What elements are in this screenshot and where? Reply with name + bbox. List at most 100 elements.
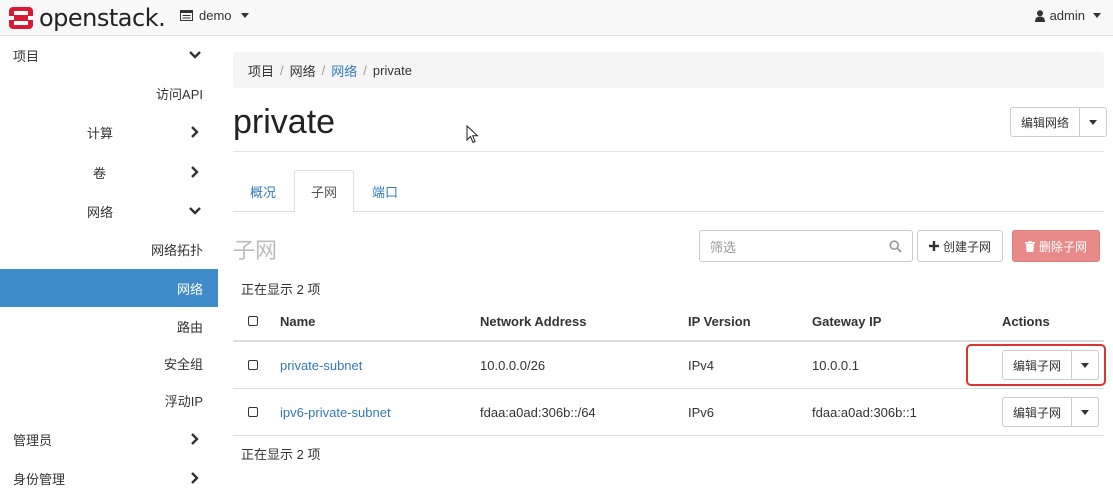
breadcrumb-separator: /: [280, 62, 284, 78]
breadcrumb: 项目 / 网络 / 网络 / private: [233, 52, 1104, 88]
tab-subnets[interactable]: 子网: [294, 170, 354, 213]
filter-input[interactable]: 筛选: [699, 230, 913, 262]
page-title: private: [233, 103, 336, 141]
network-address: 10.0.0.0/26: [480, 357, 546, 373]
ip-version: IPv6: [688, 404, 715, 420]
sidebar-item-admin[interactable]: 管理员: [0, 420, 218, 458]
project-icon: [180, 10, 193, 21]
network-address: fdaa:a0ad:306b::/64: [480, 404, 596, 420]
item-count-bottom: 正在显示 2 项: [241, 447, 321, 462]
caret-down-icon: [1089, 119, 1098, 125]
sidebar-item-label: 浮动IP: [164, 393, 203, 409]
brand-name: openstack.: [39, 4, 166, 32]
chevron-down-icon: [189, 51, 201, 59]
edit-subnet-button[interactable]: 编辑子网: [1002, 397, 1073, 427]
edit-network-button-group: 编辑网络: [1010, 107, 1108, 137]
user-icon: [1034, 9, 1045, 22]
caret-down-icon: [240, 13, 249, 18]
sidebar-item-security-groups[interactable]: 安全组: [0, 344, 218, 382]
gateway-ip: 10.0.0.1: [812, 357, 859, 373]
gateway-ip: fdaa:a0ad:306b::1: [812, 404, 917, 420]
caret-down-icon: [1093, 13, 1101, 18]
breadcrumb-item-networks[interactable]: 网络: [331, 61, 357, 80]
chevron-right-icon: [191, 472, 199, 484]
trash-icon: [1025, 240, 1035, 252]
plus-icon: [929, 241, 939, 251]
sidebar-item-label: 卷: [93, 165, 107, 181]
subnets-section-title: 子网: [233, 238, 278, 263]
create-subnet-label: 创建子网: [943, 239, 992, 254]
sidebar-item-identity[interactable]: 身份管理: [0, 459, 218, 497]
sidebar-item-label: 访问API: [156, 86, 203, 102]
breadcrumb-item-network[interactable]: 网络: [290, 61, 316, 80]
project-name: demo: [199, 8, 232, 23]
row-actions: 编辑子网: [1002, 397, 1100, 427]
tab-ports[interactable]: 端口: [355, 170, 415, 212]
select-all-cell: [248, 302, 258, 340]
detail-tabs: 概况 子网 端口: [233, 170, 1104, 213]
top-navbar: openstack. demo admin: [0, 0, 1113, 36]
sidebar-item-label: 网络拓扑: [150, 242, 203, 258]
column-header-network-address[interactable]: Network Address: [480, 302, 586, 340]
item-count-top: 正在显示 2 项: [241, 282, 321, 297]
table-row: ipv6-private-subnet fdaa:a0ad:306b::/64 …: [233, 389, 1104, 436]
sidebar-item-routers[interactable]: 路由: [0, 307, 218, 345]
sidebar-item-compute[interactable]: 计算: [0, 113, 218, 151]
user-name: admin: [1049, 8, 1085, 23]
openstack-logo-icon: [9, 7, 33, 29]
create-subnet-button[interactable]: 创建子网: [917, 230, 1004, 262]
caret-down-icon: [1081, 409, 1090, 415]
sidebar-item-label: 网络: [87, 204, 114, 220]
sidebar-item-network-topology[interactable]: 网络拓扑: [0, 230, 218, 268]
breadcrumb-item-project[interactable]: 项目: [248, 61, 274, 80]
sidebar-item-label: 路由: [176, 319, 203, 335]
highlight-annotation: [966, 344, 1106, 386]
sidebar-item-label: 安全组: [163, 356, 203, 372]
subnet-name-link[interactable]: ipv6-private-subnet: [280, 389, 391, 435]
column-header-actions: Actions: [1002, 313, 1050, 329]
row-checkbox[interactable]: [248, 407, 258, 417]
breadcrumb-separator: /: [363, 62, 367, 78]
delete-subnet-button[interactable]: 删除子网: [1012, 230, 1101, 262]
brand[interactable]: openstack.: [8, 4, 166, 32]
ip-version: IPv4: [688, 357, 715, 373]
subnet-name-link[interactable]: private-subnet: [280, 342, 362, 388]
row-select-cell: [248, 389, 258, 435]
sidebar-item-volumes[interactable]: 卷: [0, 153, 218, 191]
breadcrumb-separator: /: [321, 62, 326, 78]
sidebar: 项目 访问API 计算 卷 网络 网络拓扑 网络 路由 安全组 浮动IP 管理员…: [0, 36, 218, 496]
search-icon[interactable]: [889, 240, 902, 253]
project-switcher[interactable]: demo: [180, 8, 249, 23]
sidebar-item-label: 项目: [13, 48, 40, 64]
sidebar-item-networks[interactable]: 网络: [0, 269, 218, 307]
chevron-right-icon: [191, 126, 199, 138]
sidebar-item-project[interactable]: 项目: [0, 36, 218, 74]
row-actions-dropdown-toggle[interactable]: [1072, 397, 1100, 427]
edit-network-button[interactable]: 编辑网络: [1010, 107, 1081, 137]
row-select-cell: [248, 342, 258, 388]
delete-subnet-label: 删除子网: [1039, 239, 1088, 254]
sidebar-item-label: 身份管理: [13, 471, 66, 487]
chevron-down-icon: [189, 207, 201, 215]
sidebar-item-label: 网络: [176, 281, 203, 297]
sidebar-item-api-access[interactable]: 访问API: [0, 74, 218, 112]
breadcrumb-item-current: private: [372, 62, 412, 78]
user-menu[interactable]: admin: [1034, 8, 1101, 23]
chevron-right-icon: [191, 166, 199, 178]
title-divider: [233, 151, 1104, 152]
filter-placeholder: 筛选: [710, 239, 737, 255]
sidebar-item-label: 管理员: [13, 432, 53, 448]
row-checkbox[interactable]: [248, 360, 258, 370]
select-all-checkbox[interactable]: [248, 316, 258, 326]
column-header-gateway-ip[interactable]: Gateway IP: [812, 302, 881, 340]
column-header-name[interactable]: Name: [280, 302, 315, 340]
sidebar-item-network-group[interactable]: 网络: [0, 192, 218, 230]
sidebar-item-label: 计算: [87, 125, 114, 141]
table-header-row: Name Network Address IP Version Gateway …: [233, 302, 1104, 342]
tab-overview[interactable]: 概况: [233, 170, 293, 212]
sidebar-item-floating-ips[interactable]: 浮动IP: [0, 381, 218, 419]
edit-network-dropdown-toggle[interactable]: [1080, 107, 1108, 137]
column-header-ip-version[interactable]: IP Version: [688, 302, 751, 340]
mouse-cursor-icon: [466, 125, 479, 144]
chevron-right-icon: [191, 433, 199, 445]
